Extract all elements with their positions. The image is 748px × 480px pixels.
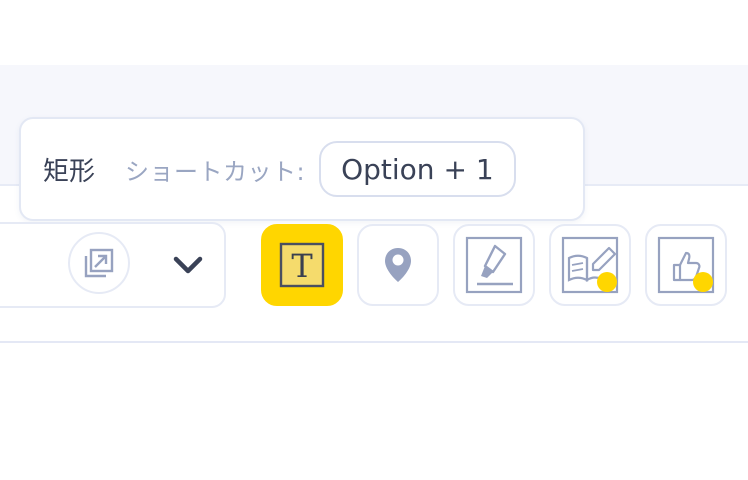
tooltip-title: 矩形 xyxy=(43,156,96,187)
text-t-icon: T xyxy=(279,242,325,288)
external-window-icon xyxy=(84,248,114,278)
highlighter-icon xyxy=(465,236,523,294)
shortcut-key-badge: Option + 1 xyxy=(319,141,516,197)
toolbar-bottom-divider xyxy=(0,341,748,343)
chevron-down-icon xyxy=(173,256,203,274)
app-window: 矩形 ショートカット: Option + 1 T xyxy=(0,0,748,480)
new-badge-dot xyxy=(693,272,713,292)
dropdown-toggle-button[interactable] xyxy=(164,245,212,285)
reading-tool-button[interactable] xyxy=(549,224,631,306)
svg-text:T: T xyxy=(291,247,313,285)
highlighter-tool-button[interactable] xyxy=(453,224,535,306)
pin-tool-button[interactable] xyxy=(357,224,439,306)
thumbs-up-tool-button[interactable] xyxy=(645,224,727,306)
open-external-button[interactable] xyxy=(68,232,130,294)
tooltip-shortcut-label: ショートカット: xyxy=(125,157,306,186)
map-pin-icon xyxy=(385,248,411,282)
text-tool-button[interactable]: T xyxy=(261,224,343,306)
new-badge-dot xyxy=(597,272,617,292)
tool-tooltip: 矩形 ショートカット: Option + 1 xyxy=(19,117,585,221)
